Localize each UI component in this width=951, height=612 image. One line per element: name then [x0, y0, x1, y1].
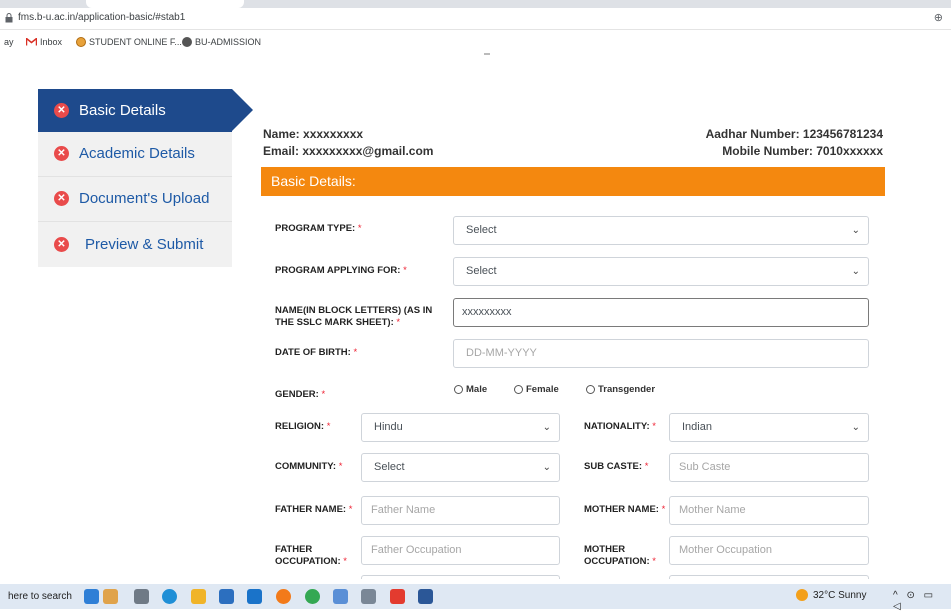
dob-label: DATE OF BIRTH: *: [275, 347, 358, 358]
firefox-icon[interactable]: [276, 589, 291, 604]
chrome-icon[interactable]: [305, 589, 320, 604]
nationality-label: NATIONALITY: *: [584, 421, 656, 432]
active-arrow: [232, 89, 253, 131]
zoom-icon[interactable]: ⊕: [934, 11, 943, 24]
gender-male-radio[interactable]: Male: [454, 384, 487, 395]
radio-circle: [586, 385, 595, 394]
sub-caste-label: SUB CASTE: *: [584, 461, 649, 472]
close-circle-icon: ✕: [54, 103, 69, 118]
next-field-partial[interactable]: [669, 575, 869, 579]
sidebar-item-academic-details[interactable]: ✕ Academic Details: [38, 132, 232, 175]
gender-transgender-radio[interactable]: Transgender: [586, 384, 655, 395]
bookmark-item[interactable]: ay: [4, 37, 14, 47]
close-circle-icon: ✕: [54, 237, 69, 252]
browser-tab[interactable]: [86, 0, 244, 8]
calculator-icon[interactable]: [361, 589, 376, 604]
next-field-partial[interactable]: [361, 575, 560, 579]
applicant-email: Email: xxxxxxxxx@gmail.com: [263, 144, 434, 158]
chevron-down-icon: ⌄: [851, 422, 860, 433]
bookmark-inbox[interactable]: Inbox: [26, 37, 62, 47]
community-label: COMMUNITY: *: [275, 461, 343, 472]
widgets-icon[interactable]: [134, 589, 149, 604]
sun-icon: [796, 589, 808, 601]
mother-name-label: MOTHER NAME: *: [584, 504, 666, 515]
father-name-input[interactable]: Father Name: [361, 496, 560, 525]
taskbar-search[interactable]: here to search: [8, 591, 72, 602]
page-content: ✕ Basic Details ✕ Academic Details ✕ Doc…: [0, 53, 951, 579]
pdf-reader-icon[interactable]: [390, 589, 405, 604]
file-explorer-icon[interactable]: [191, 589, 206, 604]
app-icon[interactable]: [333, 589, 348, 604]
father-occupation-label: FATHER OCCUPATION: *: [275, 544, 347, 567]
chevron-down-icon: ⌄: [851, 266, 860, 277]
gender-label: GENDER: *: [275, 389, 326, 400]
store-icon[interactable]: [219, 589, 234, 604]
mail-icon[interactable]: [247, 589, 262, 604]
nationality-select[interactable]: Indian ⌄: [669, 413, 869, 442]
bookmark-bu-admission[interactable]: BU-ADMISSION: [182, 37, 261, 47]
sidebar-item-label: Academic Details: [79, 145, 195, 162]
religion-label: RELIGION: *: [275, 421, 331, 432]
applicant-aadhar: Aadhar Number: 123456781234: [705, 127, 883, 141]
sidebar-divider: [38, 221, 232, 222]
program-applying-label: PROGRAM APPLYING FOR: *: [275, 265, 407, 276]
address-bar[interactable]: fms.b-u.ac.in/application-basic/#stab1 ⊕: [0, 8, 951, 30]
religion-select[interactable]: Hindu ⌄: [361, 413, 560, 442]
applicant-name: Name: xxxxxxxxx: [263, 127, 364, 141]
chevron-down-icon: ⌄: [542, 422, 551, 433]
gender-female-radio[interactable]: Female: [514, 384, 559, 395]
close-circle-icon: ✕: [54, 146, 69, 161]
sidebar-item-label: Basic Details: [79, 102, 166, 119]
sidebar-item-preview-submit[interactable]: ✕ Preview & Submit: [38, 223, 232, 266]
lock-icon: [5, 13, 13, 23]
university-logo-icon: [76, 37, 86, 47]
community-select[interactable]: Select ⌄: [361, 453, 560, 482]
program-type-label: PROGRAM TYPE: *: [275, 223, 362, 234]
mother-name-input[interactable]: Mother Name: [669, 496, 869, 525]
browser-tab-strip: [0, 0, 951, 8]
name-label: NAME(IN BLOCK LETTERS) (AS IN THE SSLC M…: [275, 305, 433, 328]
father-name-label: FATHER NAME: *: [275, 504, 353, 515]
bookmark-student-online[interactable]: STUDENT ONLINE F...: [76, 37, 182, 47]
applicant-mobile: Mobile Number: 7010xxxxxx: [722, 144, 883, 158]
father-occupation-input[interactable]: Father Occupation: [361, 536, 560, 565]
close-circle-icon: ✕: [54, 191, 69, 206]
url-text[interactable]: fms.b-u.ac.in/application-basic/#stab1: [18, 12, 185, 23]
sidebar-nav: ✕ Basic Details ✕ Academic Details ✕ Doc…: [38, 89, 253, 267]
radio-circle: [514, 385, 523, 394]
section-title-bar: Basic Details:: [261, 167, 885, 196]
sidebar-item-label: Preview & Submit: [85, 236, 204, 253]
gmail-icon: [26, 38, 37, 46]
app-icon[interactable]: [103, 589, 118, 604]
mother-occupation-input[interactable]: Mother Occupation: [669, 536, 869, 565]
stray-mark: [484, 53, 490, 55]
mother-occupation-label: MOTHER OCCUPATION: *: [584, 544, 656, 567]
sidebar-item-label: Document's Upload: [79, 190, 210, 207]
chevron-down-icon: ⌄: [851, 225, 860, 236]
edge-icon[interactable]: [162, 589, 177, 604]
windows-taskbar: here to search 32°C Sunny ^ ⊙ ▭ ◁: [0, 584, 951, 612]
program-type-select[interactable]: Select ⌄: [453, 216, 869, 245]
chevron-down-icon: ⌄: [542, 462, 551, 473]
task-view-icon[interactable]: [84, 589, 99, 604]
sidebar-item-document-upload[interactable]: ✕ Document's Upload: [38, 177, 232, 220]
sub-caste-input[interactable]: Sub Caste: [669, 453, 869, 482]
globe-icon: [182, 37, 192, 47]
sidebar-item-basic-details[interactable]: ✕ Basic Details: [38, 89, 253, 132]
name-input[interactable]: xxxxxxxxx: [453, 298, 869, 327]
bookmarks-bar: ay Inbox STUDENT ONLINE F... BU-ADMISSIO…: [0, 31, 951, 53]
program-applying-select[interactable]: Select ⌄: [453, 257, 869, 286]
weather-widget[interactable]: 32°C Sunny: [796, 589, 866, 601]
dob-input[interactable]: DD-MM-YYYY: [453, 339, 869, 368]
word-icon[interactable]: [418, 589, 433, 604]
radio-circle: [454, 385, 463, 394]
